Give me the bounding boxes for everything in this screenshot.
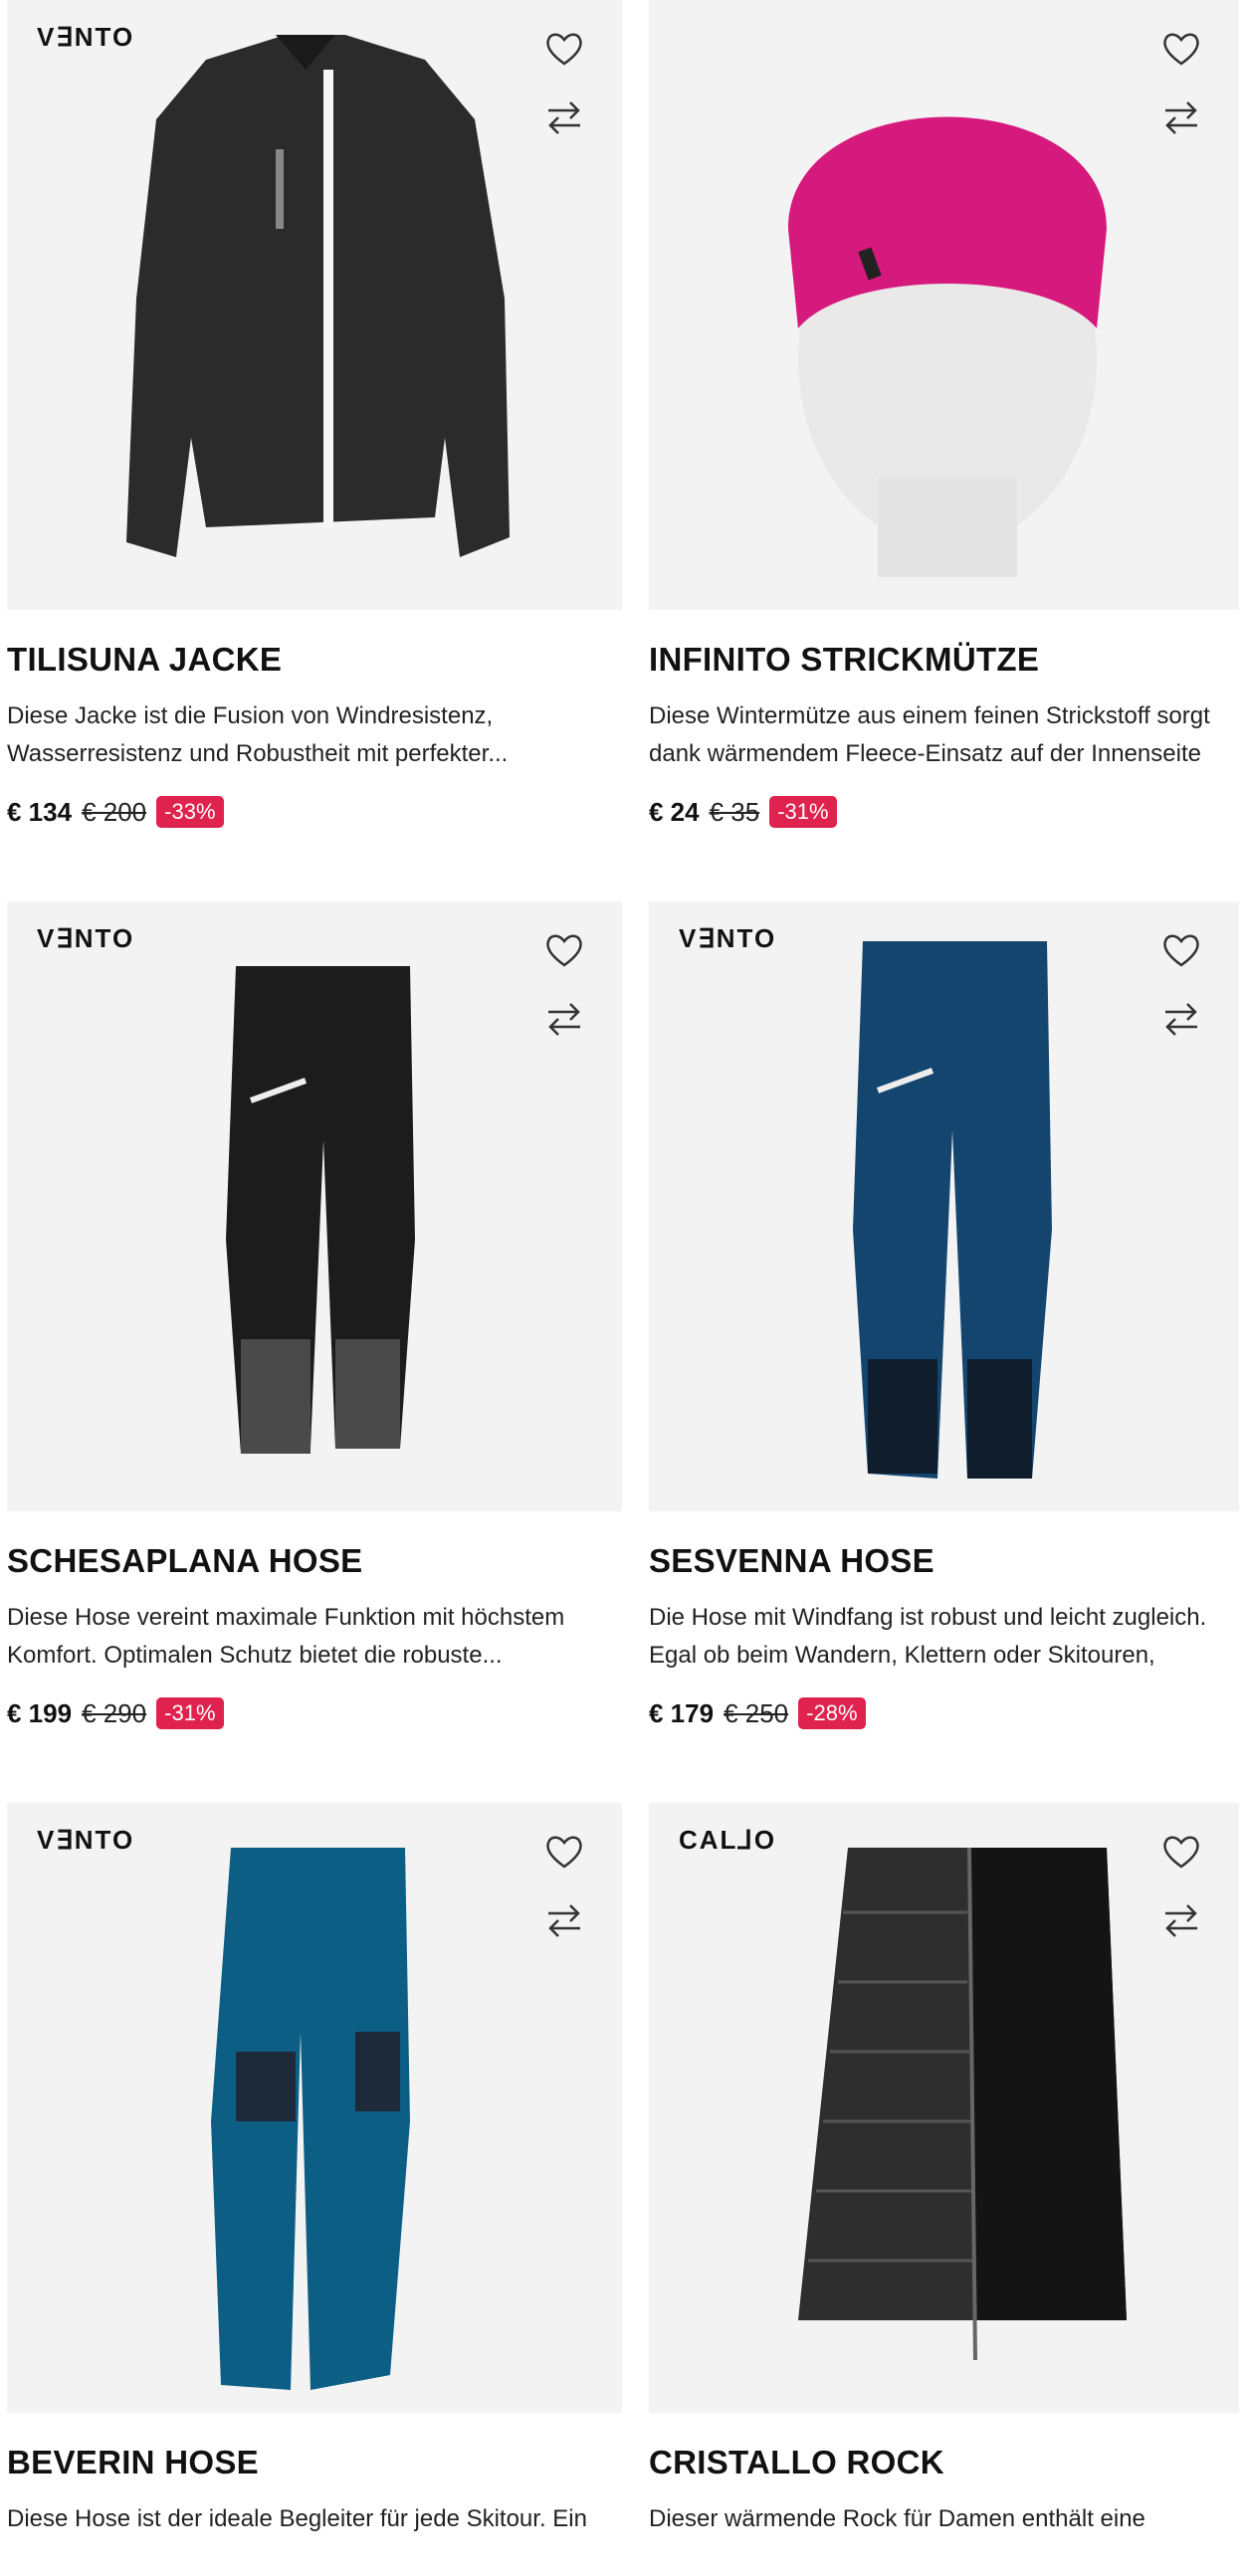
product-card[interactable]: V∃NTO SESVENNA HOSE Die Hose mit Windfan… xyxy=(649,901,1239,1730)
discount-badge: -33% xyxy=(156,796,224,828)
jacket-image xyxy=(126,35,510,557)
compare-arrows-icon[interactable] xyxy=(544,1902,584,1938)
product-description: Diese Hose ist der ideale Begleiter für … xyxy=(7,2505,587,2532)
product-card[interactable]: CAL⅃O CRISTALLO ROCK Dieser wärmende Roc… xyxy=(649,1803,1239,2576)
product-grid: V∃NTO TILISUNA JACKE Diese Jacke ist die… xyxy=(0,0,1244,2555)
price-row: € 199 € 290 -31% xyxy=(7,1696,622,1730)
product-card[interactable]: V∃NTO SCHESAPLANA HOSE Diese Hose verein… xyxy=(7,901,622,1730)
product-title[interactable]: TILISUNA JACKE xyxy=(7,640,622,680)
product-description: Diese Hose vereint maximale Funktion mit… xyxy=(7,1604,565,1669)
current-price: € 199 xyxy=(7,1697,73,1728)
price-row: € 24 € 35 -31% xyxy=(649,795,1239,829)
brand-logo: CAL⅃O xyxy=(679,1825,777,1855)
current-price: € 24 xyxy=(649,796,700,827)
product-title[interactable]: CRISTALLO ROCK xyxy=(649,2443,1239,2482)
discount-badge: -31% xyxy=(769,796,837,828)
product-image[interactable]: CAL⅃O xyxy=(649,1803,1239,2413)
discount-badge: -28% xyxy=(798,1697,866,1729)
compare-arrows-icon[interactable] xyxy=(1161,1001,1201,1037)
compare-arrows-icon[interactable] xyxy=(1161,1902,1201,1938)
heart-icon[interactable] xyxy=(1161,1833,1201,1871)
beanie-image xyxy=(788,116,1107,577)
skirt-image xyxy=(798,1847,1127,2361)
current-price: € 179 xyxy=(649,1697,715,1728)
product-image[interactable]: V∃NTO xyxy=(7,0,622,610)
product-card[interactable]: INFINITO STRICKMÜTZE Diese Wintermütze a… xyxy=(649,0,1239,829)
brand-logo: V∃NTO xyxy=(37,923,135,953)
heart-icon[interactable] xyxy=(544,30,584,68)
product-title[interactable]: INFINITO STRICKMÜTZE xyxy=(649,640,1239,680)
brand-logo: V∃NTO xyxy=(679,923,777,953)
product-card[interactable]: V∃NTO BEVERIN HOSE Diese Hose ist der id… xyxy=(7,1803,622,2576)
product-image[interactable]: V∃NTO xyxy=(7,901,622,1511)
product-title[interactable]: SCHESAPLANA HOSE xyxy=(7,1541,622,1581)
price-row: € 134 € 200 -33% xyxy=(7,795,622,829)
heart-icon[interactable] xyxy=(544,931,584,969)
pants-black-image xyxy=(226,966,415,1454)
heart-icon[interactable] xyxy=(1161,30,1201,68)
product-image[interactable]: V∃NTO xyxy=(649,901,1239,1511)
old-price: € 35 xyxy=(709,796,760,827)
heart-icon[interactable] xyxy=(544,1833,584,1871)
product-description: Diese Jacke ist die Fusion von Windresis… xyxy=(7,702,509,767)
old-price: € 250 xyxy=(724,1697,789,1728)
current-price: € 134 xyxy=(7,796,73,827)
product-description: Die Hose mit Windfang ist robust und lei… xyxy=(649,1604,1207,1669)
product-image[interactable] xyxy=(649,0,1239,610)
brand-logo: V∃NTO xyxy=(37,1825,135,1855)
discount-badge: -31% xyxy=(156,1697,224,1729)
product-description: Diese Wintermütze aus einem feinen Stric… xyxy=(649,702,1210,767)
pants-blue-image xyxy=(853,941,1052,1479)
compare-arrows-icon[interactable] xyxy=(1161,99,1201,135)
compare-arrows-icon[interactable] xyxy=(544,1001,584,1037)
brand-logo: V∃NTO xyxy=(37,22,135,52)
pants-teal-image xyxy=(211,1848,410,2390)
price-row: € 179 € 250 -28% xyxy=(649,1696,1239,1730)
old-price: € 200 xyxy=(82,796,147,827)
product-title[interactable]: BEVERIN HOSE xyxy=(7,2443,622,2482)
heart-icon[interactable] xyxy=(1161,931,1201,969)
product-title[interactable]: SESVENNA HOSE xyxy=(649,1541,1239,1581)
product-description: Dieser wärmende Rock für Damen enthält e… xyxy=(649,2505,1145,2532)
old-price: € 290 xyxy=(82,1697,147,1728)
compare-arrows-icon[interactable] xyxy=(544,99,584,135)
product-card[interactable]: V∃NTO TILISUNA JACKE Diese Jacke ist die… xyxy=(7,0,622,829)
product-image[interactable]: V∃NTO xyxy=(7,1803,622,2413)
